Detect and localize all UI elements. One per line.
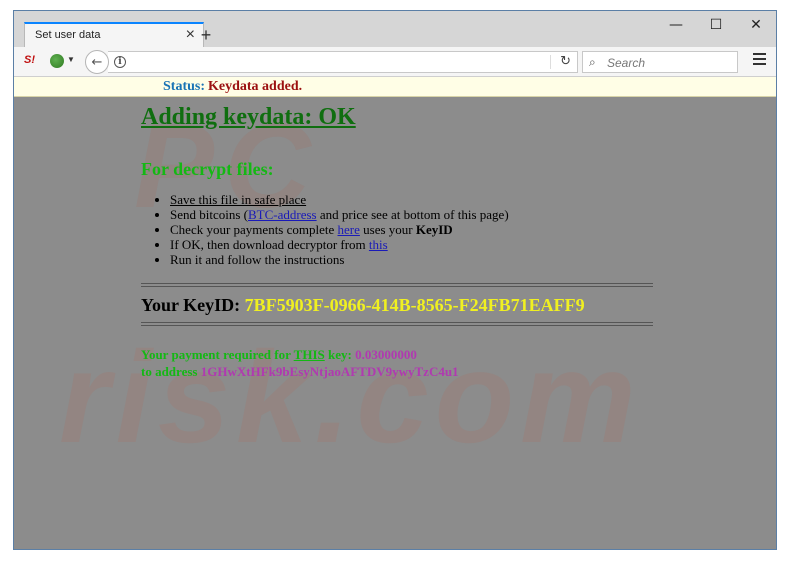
payment-address-line: to address 1GHwXtHFk9bEsyNtjaoAFTDV9ywyT…	[141, 364, 459, 380]
search-input[interactable]	[605, 54, 734, 72]
keyid-label: Your KeyID:	[141, 295, 245, 315]
list-item: Run it and follow the instructions	[170, 252, 509, 267]
btc-address-link[interactable]: BTC-address	[248, 207, 317, 222]
status-label: Status:	[163, 79, 206, 94]
list-item: Save this file in safe place	[170, 192, 509, 207]
payment-amount: 0.03000000	[355, 347, 417, 362]
divider-top	[141, 283, 653, 287]
chevron-down-icon[interactable]: ▼	[67, 55, 75, 64]
watermark-text: risk.com	[59, 324, 642, 470]
search-bar[interactable]: ⌕	[582, 51, 738, 73]
step-text: Send bitcoins (	[170, 207, 248, 222]
maximize-button[interactable]: ☐	[696, 11, 736, 39]
check-payment-link[interactable]: here	[338, 222, 360, 237]
list-item: Check your payments complete here uses y…	[170, 222, 509, 237]
step-text: Check your payments complete	[170, 222, 338, 237]
url-divider	[550, 55, 551, 69]
back-button[interactable]: ←	[85, 50, 109, 74]
page-title: Adding keydata: OK	[141, 104, 356, 130]
extension-s-icon[interactable]: S!	[24, 54, 35, 66]
step-save-file: Save this file in safe place	[170, 192, 307, 207]
decrypt-subheading: For decrypt files:	[141, 159, 274, 179]
reload-icon[interactable]: ↻	[560, 54, 571, 69]
download-decryptor-link[interactable]: this	[369, 237, 388, 252]
desktop: Set user data × + — ☐ ✕ S! ▼ i ↻ ← ⌕ Sea…	[0, 0, 790, 565]
title-bar: Set user data × + — ☐ ✕	[14, 11, 776, 47]
close-window-button[interactable]: ✕	[736, 11, 776, 39]
tab-set-user-data[interactable]: Set user data ×	[24, 22, 204, 47]
browser-window: Set user data × + — ☐ ✕ S! ▼ i ↻ ← ⌕ Sea…	[13, 10, 777, 550]
navigation-toolbar: S! ▼ i ↻ ← ⌕	[14, 47, 776, 77]
payment-text: Your payment required for	[141, 347, 294, 362]
payment-this: THIS	[293, 347, 325, 362]
payment-amount-line: Your payment required for THIS key: 0.03…	[141, 347, 417, 363]
new-tab-button[interactable]: +	[195, 25, 217, 45]
step-text: If OK, then download decryptor from	[170, 237, 369, 252]
step-text: and price see at bottom of this page)	[316, 207, 509, 222]
list-item: If OK, then download decryptor from this	[170, 237, 509, 252]
step-text: uses your	[359, 222, 416, 237]
payment-text: key:	[324, 347, 356, 362]
keyid-value: 7BF5903F-0966-414B-8565-F24FB71EAFF9	[244, 295, 585, 315]
url-input[interactable]	[132, 54, 536, 72]
tab-close-icon[interactable]: ×	[186, 26, 195, 44]
status-bar: Status: Keydata added.	[14, 77, 776, 97]
hamburger-menu-icon[interactable]	[753, 53, 766, 68]
minimize-button[interactable]: —	[656, 11, 696, 39]
globe-addon-icon[interactable]	[50, 54, 64, 68]
search-icon: ⌕	[589, 55, 596, 69]
url-bar[interactable]: i ↻	[108, 51, 578, 73]
tab-title: Set user data	[35, 29, 101, 41]
back-arrow-icon: ←	[91, 54, 103, 70]
page-content: PC risk.com Adding keydata: OK For decry…	[14, 97, 776, 549]
step-text: Run it and follow the instructions	[170, 252, 345, 267]
keyid-line: Your KeyID: 7BF5903F-0966-414B-8565-F24F…	[141, 295, 585, 316]
address-label: to address	[141, 364, 201, 379]
bitcoin-address: 1GHwXtHFk9bEsyNtjaoAFTDV9ywyTzC4u1	[200, 364, 459, 379]
keyid-bold: KeyID	[415, 222, 453, 237]
divider-bottom	[141, 322, 653, 326]
info-icon[interactable]: i	[114, 56, 126, 68]
instruction-list: Save this file in safe place Send bitcoi…	[154, 192, 509, 267]
window-controls: — ☐ ✕	[656, 11, 776, 39]
status-value: Keydata added.	[208, 79, 303, 94]
list-item: Send bitcoins (BTC-address and price see…	[170, 207, 509, 222]
